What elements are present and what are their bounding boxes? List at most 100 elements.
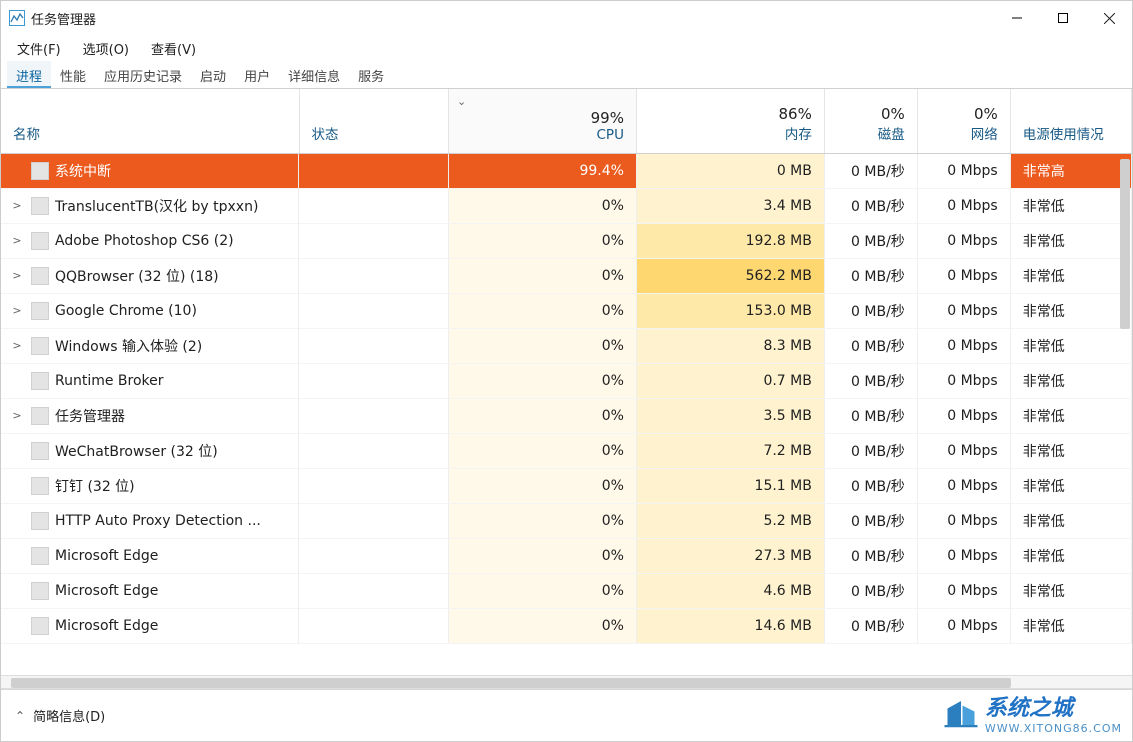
vertical-scrollbar-thumb[interactable] — [1120, 159, 1130, 329]
process-icon — [31, 582, 49, 600]
table-row[interactable]: Microsoft Edge0%14.6 MB0 MB/秒0 Mbps非常低 — [1, 609, 1132, 644]
process-icon — [31, 267, 49, 285]
horizontal-scrollbar[interactable] — [1, 675, 1132, 689]
tab[interactable]: 启动 — [191, 61, 235, 88]
network-cell: 0 Mbps — [917, 609, 1010, 644]
cpu-cell: 0% — [449, 504, 637, 539]
network-cell: 0 Mbps — [917, 259, 1010, 294]
table-row[interactable]: >TranslucentTB(汉化 by tpxxn)0%3.4 MB0 MB/… — [1, 189, 1132, 224]
column-header-disk[interactable]: 0% 磁盘 — [824, 89, 917, 153]
tab[interactable]: 性能 — [51, 61, 95, 88]
disk-cell: 0 MB/秒 — [824, 364, 917, 399]
network-cell: 0 Mbps — [917, 329, 1010, 364]
minimize-button[interactable] — [994, 1, 1040, 35]
power-cell: 非常低 — [1010, 364, 1131, 399]
network-cell: 0 Mbps — [917, 469, 1010, 504]
expand-icon[interactable]: > — [9, 269, 25, 282]
fewer-details-button[interactable]: ⌃ 简略信息(D) — [15, 706, 105, 725]
process-name-cell[interactable]: >Google Chrome (10) — [1, 294, 299, 329]
table-row[interactable]: WeChatBrowser (32 位)0%7.2 MB0 MB/秒0 Mbps… — [1, 434, 1132, 469]
process-icon — [31, 477, 49, 495]
table-row[interactable]: >Windows 输入体验 (2)0%8.3 MB0 MB/秒0 Mbps非常低 — [1, 329, 1132, 364]
table-row[interactable]: Microsoft Edge0%27.3 MB0 MB/秒0 Mbps非常低 — [1, 539, 1132, 574]
power-cell: 非常低 — [1010, 574, 1131, 609]
cpu-cell: 0% — [449, 364, 637, 399]
process-name-cell[interactable]: Microsoft Edge — [1, 539, 299, 574]
memory-cell: 3.5 MB — [636, 399, 824, 434]
process-name-cell[interactable]: >任务管理器 — [1, 399, 299, 434]
tab[interactable]: 详细信息 — [279, 61, 349, 88]
process-name-cell[interactable]: > TranslucentTB(汉化 by tpxxn) — [1, 189, 299, 224]
expand-icon[interactable]: > — [9, 234, 25, 247]
table-row[interactable]: 系统中断99.4%0 MB0 MB/秒0 Mbps非常高 — [1, 153, 1132, 189]
memory-cell: 4.6 MB — [636, 574, 824, 609]
table-row[interactable]: >Adobe Photoshop CS6 (2)0%192.8 MB0 MB/秒… — [1, 224, 1132, 259]
table-row[interactable]: 钉钉 (32 位)0%15.1 MB0 MB/秒0 Mbps非常低 — [1, 469, 1132, 504]
tab[interactable]: 服务 — [349, 61, 393, 88]
column-header-power[interactable]: 电源使用情况 — [1010, 89, 1131, 153]
table-row[interactable]: >QQBrowser (32 位) (18)0%562.2 MB0 MB/秒0 … — [1, 259, 1132, 294]
taskmgr-icon — [9, 10, 25, 26]
cpu-cell: 0% — [449, 609, 637, 644]
disk-cell: 0 MB/秒 — [824, 434, 917, 469]
table-row[interactable]: >Google Chrome (10)0%153.0 MB0 MB/秒0 Mbp… — [1, 294, 1132, 329]
process-name-cell[interactable]: > Adobe Photoshop CS6 (2) — [1, 224, 299, 259]
power-cell: 非常低 — [1010, 294, 1131, 329]
process-name-cell[interactable]: 系统中断 — [1, 154, 299, 189]
cpu-cell: 0% — [449, 224, 637, 259]
expand-icon[interactable]: > — [9, 409, 25, 422]
tab[interactable]: 进程 — [7, 61, 51, 88]
menu-item[interactable]: 文件(F) — [7, 36, 71, 61]
tab[interactable]: 应用历史记录 — [95, 61, 191, 88]
process-name: 系统中断 — [55, 161, 286, 181]
network-cell: 0 Mbps — [917, 504, 1010, 539]
process-name-cell[interactable]: Microsoft Edge — [1, 609, 299, 644]
table-scroller[interactable]: 名称 状态 ⌄ 99% CPU 86% 内存 0% — [1, 89, 1132, 675]
table-row[interactable]: Runtime Broker0%0.7 MB0 MB/秒0 Mbps非常低 — [1, 364, 1132, 399]
process-icon — [31, 547, 49, 565]
process-icon — [31, 232, 49, 250]
process-name: Windows 输入体验 (2) — [55, 336, 286, 356]
expand-icon[interactable]: > — [9, 304, 25, 317]
disk-cell: 0 MB/秒 — [824, 224, 917, 259]
table-row[interactable]: >任务管理器0%3.5 MB0 MB/秒0 Mbps非常低 — [1, 399, 1132, 434]
table-row[interactable]: HTTP Auto Proxy Detection ...0%5.2 MB0 M… — [1, 504, 1132, 539]
column-header-power-label: 电源使用情况 — [1023, 123, 1119, 143]
expand-icon[interactable]: > — [9, 339, 25, 352]
disk-cell: 0 MB/秒 — [824, 504, 917, 539]
process-name: TranslucentTB(汉化 by tpxxn) — [55, 196, 286, 216]
process-name-cell[interactable]: Microsoft Edge — [1, 574, 299, 609]
watermark: 系统之城 WWW.XITONG86.COM — [943, 690, 1122, 735]
expand-icon[interactable]: > — [9, 199, 25, 212]
process-name-cell[interactable]: >QQBrowser (32 位) (18) — [1, 259, 299, 294]
process-name-cell[interactable]: 钉钉 (32 位) — [1, 469, 299, 504]
close-button[interactable] — [1086, 1, 1132, 35]
tab[interactable]: 用户 — [235, 61, 279, 88]
memory-cell: 153.0 MB — [636, 294, 824, 329]
column-header-cpu[interactable]: ⌄ 99% CPU — [449, 89, 637, 153]
process-name-cell[interactable]: HTTP Auto Proxy Detection ... — [1, 504, 299, 539]
menu-item[interactable]: 选项(O) — [73, 36, 139, 61]
menu-item[interactable]: 查看(V) — [141, 36, 206, 61]
horizontal-scrollbar-thumb[interactable] — [11, 678, 1011, 688]
disk-cell: 0 MB/秒 — [824, 259, 917, 294]
status-cell — [299, 399, 449, 434]
status-cell — [299, 434, 449, 469]
column-header-memory[interactable]: 86% 内存 — [636, 89, 824, 153]
fewer-details-label: 简略信息(D) — [33, 706, 105, 725]
column-header-name[interactable]: 名称 — [1, 89, 299, 153]
table-row[interactable]: Microsoft Edge0%4.6 MB0 MB/秒0 Mbps非常低 — [1, 574, 1132, 609]
memory-cell: 14.6 MB — [636, 609, 824, 644]
disk-cell: 0 MB/秒 — [824, 294, 917, 329]
column-header-network[interactable]: 0% 网络 — [917, 89, 1010, 153]
process-name-cell[interactable]: Runtime Broker — [1, 364, 299, 399]
process-name-cell[interactable]: WeChatBrowser (32 位) — [1, 434, 299, 469]
process-name-cell[interactable]: > Windows 输入体验 (2) — [1, 329, 299, 364]
maximize-button[interactable] — [1040, 1, 1086, 35]
status-cell — [299, 364, 449, 399]
menubar: 文件(F)选项(O)查看(V) — [1, 35, 1132, 61]
column-header-status[interactable]: 状态 — [299, 89, 449, 153]
memory-cell: 5.2 MB — [636, 504, 824, 539]
process-name: Adobe Photoshop CS6 (2) — [55, 233, 286, 249]
cpu-cell: 0% — [449, 469, 637, 504]
